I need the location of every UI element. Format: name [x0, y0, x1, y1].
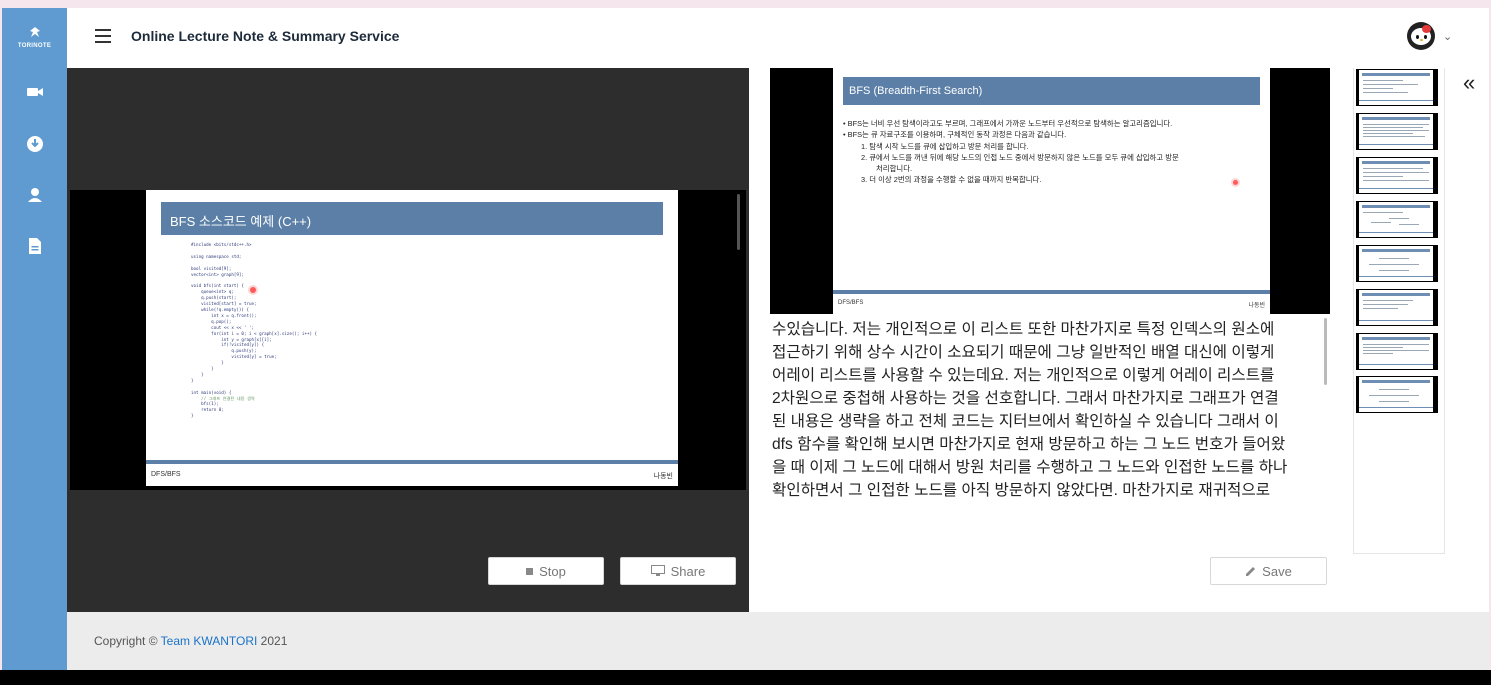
- slide-thumbnail[interactable]: [1356, 289, 1438, 326]
- note-slide-view: BFS (Breadth-First Search) • BFS는 너비 우선 …: [770, 68, 1330, 314]
- note-slide: BFS (Breadth-First Search) • BFS는 너비 우선 …: [833, 68, 1270, 314]
- shared-slide: BFS 소스코드 예제 (C++) #include <bits/stdc++.…: [146, 190, 678, 486]
- transcript-line: 어레이 리스트를 사용할 수 있는데요. 저는 개인적으로 이렇게 어레이 리스…: [772, 367, 1275, 384]
- menu-icon[interactable]: [95, 29, 111, 43]
- note-slide-footer-left: DFS/BFS: [838, 300, 864, 306]
- logo-text: TORINOTE: [17, 43, 52, 49]
- slide-thumbnail[interactable]: [1356, 157, 1438, 194]
- transcript-line: 접근하기 위해 상수 시간이 소요되기 때문에 그냥 일반적인 배열 대신에 이…: [772, 344, 1275, 361]
- chevron-down-icon[interactable]: ⌄: [1443, 30, 1452, 43]
- laser-pointer: [1233, 180, 1238, 185]
- monitor-icon: [650, 565, 665, 576]
- transcript-line: 된 내용은 생략을 하고 전체 코드는 지터브에서 확인하실 수 있습니다 그래…: [772, 413, 1279, 430]
- slide-thumbnail[interactable]: [1356, 113, 1438, 150]
- note-slide-title: BFS (Breadth-First Search): [843, 77, 1260, 105]
- logo[interactable]: TORINOTE: [2, 26, 67, 49]
- code-line: }: [191, 413, 194, 419]
- note-slide-footer-right: 나동빈: [1248, 303, 1265, 309]
- slide-thumbnails: [1353, 68, 1445, 554]
- slide-thumbnail[interactable]: [1356, 376, 1438, 413]
- scrollbar[interactable]: [737, 194, 740, 250]
- logo-icon: [29, 27, 40, 37]
- note-slide-bullets: • BFS는 너비 우선 탐색이라고도 부르며, 그래프에서 가까운 노드부터 …: [843, 119, 1179, 185]
- screen-share-view: BFS 소스코드 예제 (C++) #include <bits/stdc++.…: [70, 190, 746, 490]
- bottom-strip: [0, 670, 1491, 685]
- video-panel: BFS 소스코드 예제 (C++) #include <bits/stdc++.…: [67, 68, 749, 612]
- transcript-line: dfs 함수를 확인해 보시면 마찬가지로 현재 방문하고 하는 그 노드 번호…: [772, 436, 1286, 453]
- transcript-line: 확인하면서 그 인접한 노드를 아직 방문하지 않았다면. 마찬가지로 재귀적으…: [772, 482, 1271, 499]
- slide-footer-left: DFS/BFS: [151, 471, 181, 478]
- slide-thumbnail[interactable]: [1356, 201, 1438, 238]
- stop-button[interactable]: Stop: [488, 557, 604, 585]
- laser-pointer: [250, 287, 256, 293]
- team-link[interactable]: Team KWANTORI: [161, 634, 258, 648]
- slide-title: BFS 소스코드 예제 (C++): [161, 202, 663, 235]
- header: Online Lecture Note & Summary Service ⌄: [67, 8, 1489, 68]
- transcript-text[interactable]: 수있습니다. 저는 개인적으로 이 리스트 또한 마찬가지로 특정 인덱스의 원…: [772, 318, 1318, 502]
- transcript-line: 을 때 이제 그 노드에 대해서 방원 처리를 수행하고 그 노드와 인접한 노…: [772, 459, 1288, 476]
- avatar[interactable]: [1407, 22, 1435, 50]
- code-block: #include <bits/stdc++.h> using namespace…: [191, 242, 317, 419]
- video-camera-icon[interactable]: [26, 83, 44, 101]
- user-icon[interactable]: [26, 186, 44, 204]
- document-icon[interactable]: [26, 237, 44, 255]
- pencil-icon: [1246, 566, 1256, 576]
- main-content: BFS 소스코드 예제 (C++) #include <bits/stdc++.…: [67, 68, 1489, 612]
- slide-thumbnail[interactable]: [1356, 69, 1438, 106]
- copyright: Copyright © Team KWANTORI 2021: [94, 634, 288, 648]
- code-line: for(int i = 0; i < graph[x].size(); i++)…: [191, 330, 318, 336]
- transcript-line: 2차원으로 중첩해 사용하는 것을 선호합니다. 그래서 마찬가지로 그래프가 …: [772, 390, 1279, 407]
- double-chevron-left-icon[interactable]: «: [1463, 70, 1475, 96]
- save-button[interactable]: Save: [1210, 557, 1327, 585]
- transcript-line: 수있습니다. 저는 개인적으로 이 리스트 또한 마찬가지로 특정 인덱스의 원…: [772, 321, 1275, 338]
- transcript-scrollbar[interactable]: [1324, 318, 1327, 385]
- sidebar: TORINOTE: [2, 8, 67, 670]
- stop-icon: [526, 567, 534, 575]
- footer: Copyright © Team KWANTORI 2021: [67, 612, 1489, 670]
- app-title: Online Lecture Note & Summary Service: [131, 28, 400, 44]
- share-button[interactable]: Share: [620, 557, 736, 585]
- slide-thumbnail[interactable]: [1356, 333, 1438, 370]
- download-icon[interactable]: [26, 135, 44, 153]
- slide-footer-right: 나동빈: [653, 473, 673, 480]
- slide-thumbnail[interactable]: [1356, 245, 1438, 282]
